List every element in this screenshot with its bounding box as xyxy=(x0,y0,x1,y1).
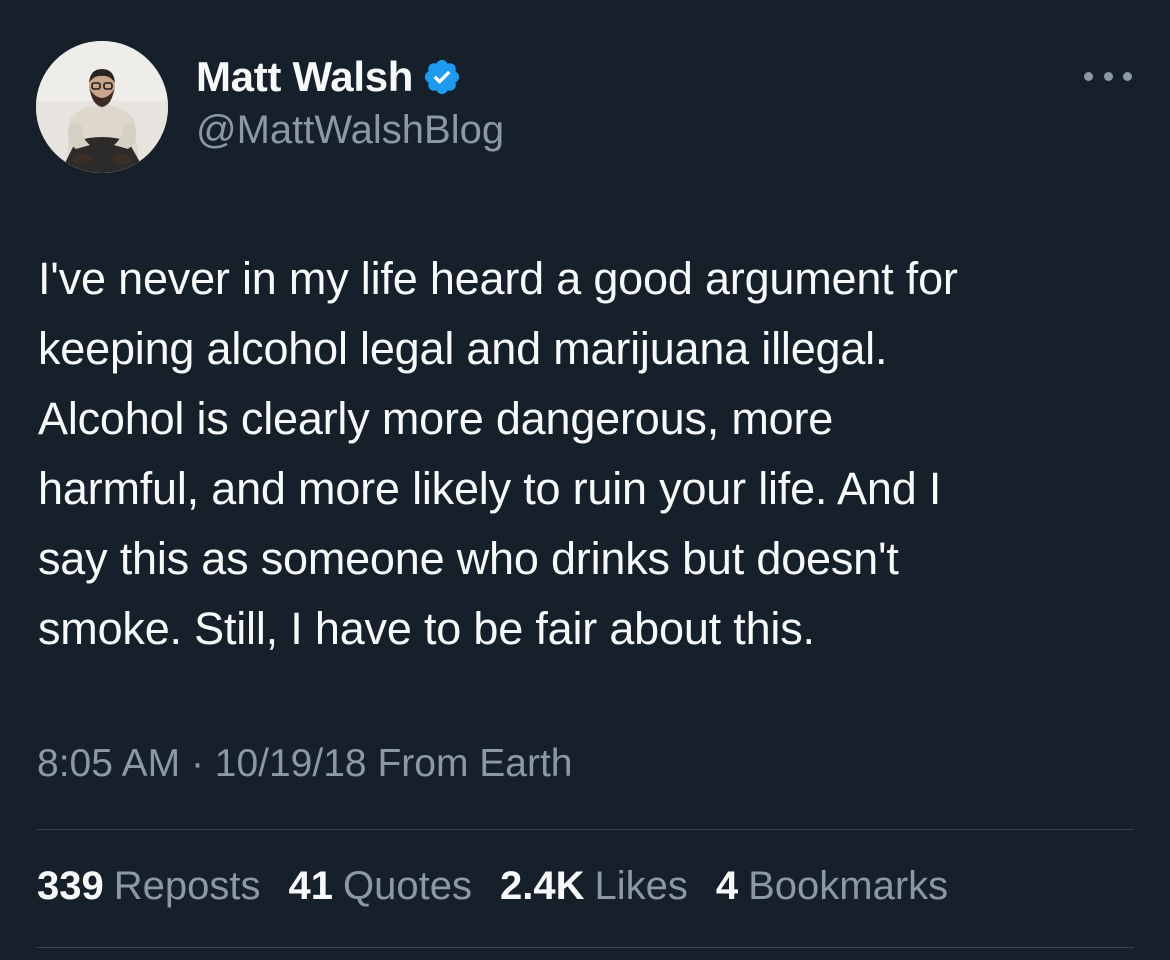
user-handle[interactable]: @MattWalshBlog xyxy=(196,108,504,153)
tweet-meta: 8:05 AM · 10/19/18 From Earth xyxy=(37,742,572,786)
bookmarks-label: Bookmarks xyxy=(748,864,949,908)
likes-label: Likes xyxy=(594,864,688,908)
tweet-detail: Matt Walsh @MattWalshBlog I've never in … xyxy=(0,0,1170,960)
more-dot xyxy=(1123,71,1132,81)
bookmarks-stat[interactable]: 4 Bookmarks xyxy=(716,864,948,909)
tweet-time[interactable]: 8:05 AM xyxy=(37,742,180,785)
tweet-date[interactable]: 10/19/18 xyxy=(215,742,367,785)
likes-count: 2.4K xyxy=(499,864,585,908)
engagement-stats: 339 Reposts 41 Quotes 2.4K Likes 4 Bookmarks xyxy=(37,864,976,909)
tweet-text: I've never in my life heard a good argum… xyxy=(38,253,958,654)
name-row: Matt Walsh xyxy=(196,52,462,102)
avatar[interactable] xyxy=(36,41,168,173)
display-name[interactable]: Matt Walsh xyxy=(196,53,413,101)
more-dot xyxy=(1103,71,1113,81)
quotes-stat[interactable]: 41 Quotes xyxy=(289,864,472,909)
meta-separator: · xyxy=(190,742,204,785)
more-dot xyxy=(1084,71,1093,81)
avatar-photo xyxy=(36,41,168,173)
quotes-label: Quotes xyxy=(343,864,472,908)
bookmarks-count: 4 xyxy=(715,864,739,908)
likes-stat[interactable]: 2.4K Likes xyxy=(500,864,688,909)
quotes-count: 41 xyxy=(288,864,334,908)
divider xyxy=(37,829,1134,830)
tweet-source: From Earth xyxy=(377,742,573,785)
divider xyxy=(37,947,1134,948)
verified-badge-icon[interactable] xyxy=(422,57,462,97)
reposts-stat[interactable]: 339 Reposts xyxy=(37,864,261,909)
reposts-count: 339 xyxy=(37,864,104,908)
reposts-label: Reposts xyxy=(113,864,261,908)
more-horizontal-icon[interactable] xyxy=(1084,62,1132,90)
